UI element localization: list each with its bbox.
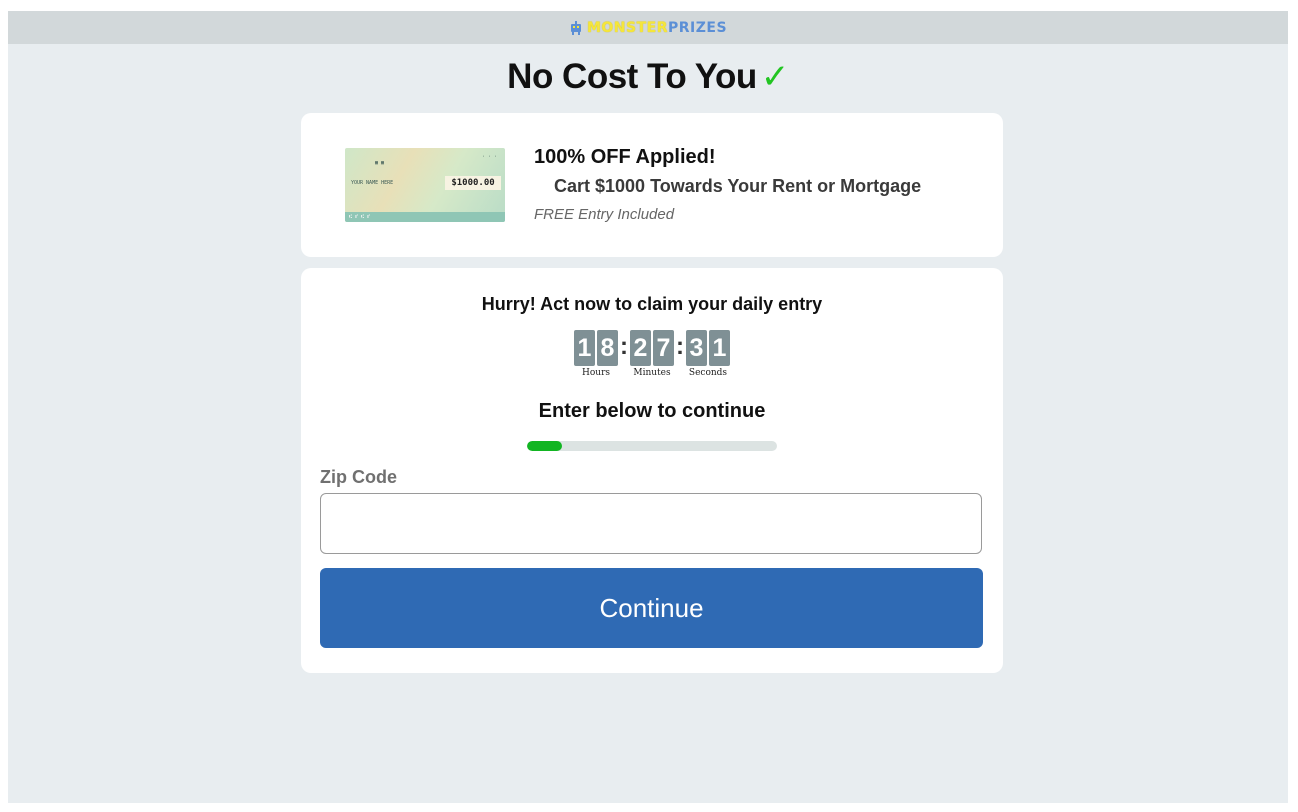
top-bar: MONSTER PRIZES [8, 11, 1288, 44]
offer-subtitle: Cart $1000 Towards Your Rent or Mortgage [554, 176, 922, 196]
seconds-digit-2: 1 [709, 330, 730, 366]
zip-code-input[interactable] [320, 493, 982, 554]
robot-icon [570, 20, 581, 35]
minutes-digit-1: 2 [630, 330, 651, 366]
headline-text: No Cost To You [507, 57, 757, 96]
progress-bar [527, 441, 777, 451]
brand-logo[interactable]: MONSTER PRIZES [569, 20, 727, 36]
hours-label: Hours [582, 368, 610, 378]
minutes-digit-2: 7 [653, 330, 674, 366]
zip-code-label: Zip Code [320, 467, 397, 487]
seconds-group: 3 1 Seconds [686, 330, 730, 378]
seconds-label: Seconds [688, 368, 728, 378]
progress-fill [527, 441, 562, 451]
seconds-digit-1: 3 [686, 330, 707, 366]
form-instruction: Enter below to continue [538, 400, 766, 422]
check-image: ▦ ▦ · · · YOUR NAME HERE $1000.00 ⑆ ⑈ ⑆ … [345, 148, 505, 222]
logo-text-part2: PRIZES [667, 19, 728, 36]
hours-group: 1 8 Hours [574, 330, 618, 378]
continue-button[interactable]: Continue [320, 568, 983, 648]
minutes-group: 2 7 Minutes [630, 330, 674, 378]
checkmark-icon: ✓ [760, 58, 790, 96]
timer-separator: : [676, 333, 684, 360]
logo-text-part1: MONSTER [586, 19, 668, 36]
page-frame: MONSTER PRIZES No Cost To You ✓ ▦ ▦ · · · … [8, 11, 1288, 803]
page-title: No Cost To You ✓ [8, 57, 1288, 97]
timer-separator: : [620, 333, 628, 360]
minutes-label: Minutes [633, 368, 671, 378]
offer-card: ▦ ▦ · · · YOUR NAME HERE $1000.00 ⑆ ⑈ ⑆ … [301, 113, 1003, 257]
hours-digit-2: 8 [597, 330, 618, 366]
countdown-timer: 1 8 Hours : 2 7 Minutes : 3 1 Seconds [301, 330, 1003, 378]
offer-note: FREE Entry Included [534, 206, 675, 223]
offer-title: 100% OFF Applied! [534, 146, 716, 168]
check-payee: YOUR NAME HERE [351, 180, 394, 186]
check-amount: $1000.00 [445, 176, 501, 190]
countdown-heading: Hurry! Act now to claim your daily entry [481, 294, 823, 314]
entry-card: Hurry! Act now to claim your daily entry… [301, 268, 1003, 673]
hours-digit-1: 1 [574, 330, 595, 366]
